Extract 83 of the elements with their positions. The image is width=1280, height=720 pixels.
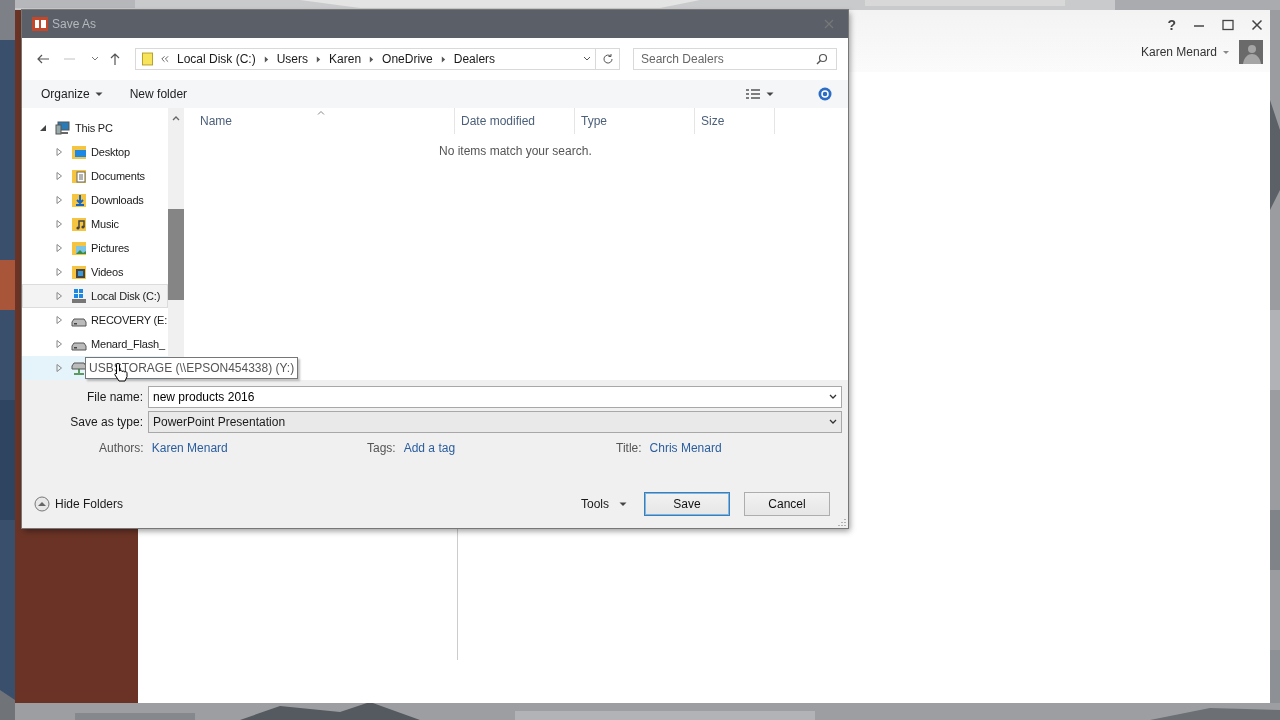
breadcrumb-item[interactable]: Users	[276, 52, 309, 66]
hide-folders-button[interactable]: Hide Folders	[34, 496, 124, 512]
caret-icon[interactable]	[619, 500, 627, 508]
separator-arrow-icon[interactable]	[440, 55, 446, 63]
breadcrumb-item[interactable]: OneDrive	[382, 52, 433, 66]
tree-item[interactable]: Pictures	[22, 236, 169, 260]
dialog-title: Save As	[52, 17, 97, 31]
expand-arrow-icon[interactable]	[55, 268, 63, 276]
file-type-dropdown[interactable]: PowerPoint Presentation	[148, 410, 842, 433]
music-folder-icon	[71, 216, 87, 232]
tree-item[interactable]: Desktop	[22, 140, 169, 164]
caret-icon[interactable]	[766, 90, 774, 98]
field-label: File name:	[85, 389, 143, 404]
breadcrumb-item[interactable]: Karen	[329, 52, 362, 66]
expand-arrow-icon[interactable]	[55, 244, 63, 252]
caret-icon[interactable]	[94, 90, 103, 98]
network-drive-icon	[71, 360, 87, 376]
tree-item[interactable]: Downloads	[22, 188, 169, 212]
tree-item[interactable]: Videos	[22, 260, 169, 284]
downloads-folder-icon	[71, 192, 87, 208]
collapse-icon	[34, 496, 50, 512]
tree-item[interactable]: RECOVERY (E:	[22, 308, 169, 332]
collapse-arrow-icon[interactable]	[39, 124, 47, 132]
column-header[interactable]: Date modified	[455, 108, 575, 134]
tree-item[interactable]: Music	[22, 212, 169, 236]
system-drive-icon	[71, 288, 87, 304]
dialog-button[interactable]: Save	[644, 492, 730, 516]
close-icon[interactable]	[1251, 19, 1263, 31]
empty-message: No items match your search.	[439, 144, 592, 158]
documents-folder-icon	[71, 168, 87, 184]
metadata-label: Authors:	[99, 441, 144, 455]
address-bar[interactable]: Local Disk (C:) Users Karen OneDrive Dealers	[135, 48, 596, 70]
help-button[interactable]: ?	[1167, 17, 1176, 33]
column-header[interactable]: Size	[695, 108, 775, 134]
separator-arrow-icon[interactable]	[369, 55, 375, 63]
dialog-button[interactable]: Cancel	[744, 492, 830, 516]
tree-item[interactable]: Local Disk (C:)	[22, 284, 169, 308]
tools-menu[interactable]: Tools	[581, 497, 609, 511]
metadata-label: Tags:	[367, 441, 396, 455]
app-icon	[32, 16, 48, 32]
videos-folder-icon	[71, 264, 87, 280]
search-icon	[816, 53, 828, 65]
expand-arrow-icon[interactable]	[55, 316, 63, 324]
breadcrumb-item[interactable]: Dealers	[453, 52, 496, 66]
new-folder-button[interactable]: New folder	[129, 87, 188, 101]
column-header[interactable]: Type	[575, 108, 695, 134]
expand-arrow-icon[interactable]	[55, 148, 63, 156]
resize-grip-icon[interactable]	[838, 518, 846, 526]
tree-item[interactable]: Menard_Flash_	[22, 332, 169, 356]
metadata-value[interactable]: Karen Menard	[151, 441, 228, 455]
back-arrow-icon[interactable]	[36, 52, 50, 66]
maximize-icon[interactable]	[1222, 19, 1234, 31]
account-name[interactable]: Karen Menard	[1140, 45, 1217, 59]
column-header[interactable]: Name	[180, 108, 455, 134]
scrollbar-thumb[interactable]	[168, 209, 185, 300]
breadcrumb-item[interactable]: Local Disk (C:)	[177, 52, 256, 66]
overflow-chevrons-icon[interactable]	[160, 55, 169, 63]
folder-icon	[142, 52, 153, 66]
avatar-icon[interactable]	[1239, 40, 1263, 64]
file-name-field[interactable]: new products 2016	[148, 385, 842, 408]
metadata-value[interactable]: Chris Menard	[649, 441, 722, 455]
expand-arrow-icon[interactable]	[55, 220, 63, 228]
pictures-folder-icon	[71, 240, 87, 256]
up-arrow-icon[interactable]	[108, 52, 122, 66]
desktop-folder-icon	[71, 144, 87, 160]
help-icon[interactable]	[818, 87, 832, 101]
expand-arrow-icon[interactable]	[55, 292, 63, 300]
expand-arrow-icon[interactable]	[55, 172, 63, 180]
expand-arrow-icon[interactable]	[55, 364, 63, 372]
tree-item[interactable]: Documents	[22, 164, 169, 188]
refresh-icon	[601, 53, 614, 65]
expand-arrow-icon[interactable]	[55, 340, 63, 348]
expand-arrow-icon[interactable]	[55, 196, 63, 204]
field-label: Save as type:	[69, 414, 143, 429]
separator-arrow-icon[interactable]	[316, 55, 322, 63]
tree-item[interactable]: This PC	[22, 116, 169, 140]
view-details-icon[interactable]	[745, 88, 761, 100]
separator-arrow-icon[interactable]	[263, 55, 269, 63]
search-field[interactable]: Search Dealers	[633, 48, 837, 70]
metadata-value[interactable]: Add a tag	[403, 441, 456, 455]
metadata-label: Title:	[616, 441, 642, 455]
organize-menu[interactable]: Organize	[41, 87, 90, 101]
computer-icon	[55, 120, 71, 136]
